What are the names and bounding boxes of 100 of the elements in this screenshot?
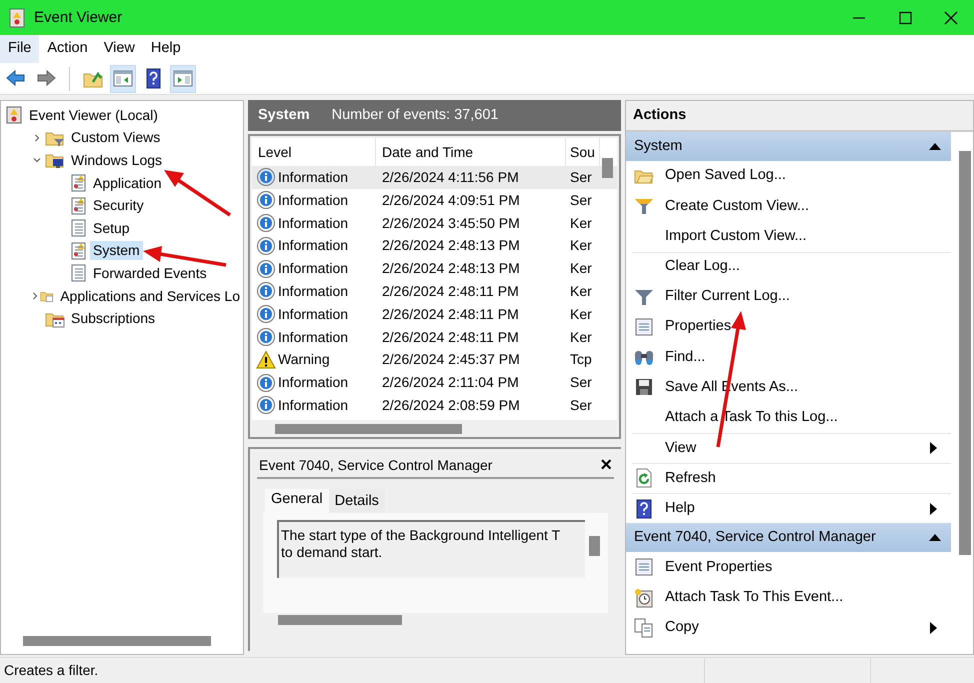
table-cell: Information [278, 214, 348, 232]
pane-command[interactable]: Create Custom View... [626, 191, 951, 222]
info-icon [256, 258, 276, 279]
actions-title: Actions [626, 101, 973, 132]
table-cell-text: Ser [569, 169, 593, 186]
event-row[interactable]: Information 2/26/2024 2:48:13 PM Ker [252, 234, 617, 258]
message-text: to demand start. [281, 544, 384, 561]
expand-chevron-icon[interactable] [33, 134, 41, 142]
pane-command[interactable]: Import Custom View... [626, 221, 951, 252]
event-row[interactable]: Information 2/26/2024 3:45:50 PM Ker [252, 212, 617, 234]
tree-item[interactable]: Forwarded Events [90, 264, 210, 283]
info-icon [256, 304, 276, 324]
pane-command[interactable]: Filter Current Log... [626, 282, 951, 312]
pane-command[interactable]: Find... [626, 342, 951, 372]
tree-item[interactable]: Subscriptions [68, 309, 158, 328]
table-cell-text: 2/26/2024 2:48:11 PM [381, 328, 520, 346]
event-row[interactable]: Information 2/26/2024 2:08:59 PM Ser [252, 394, 617, 417]
table-cell-text: 2/26/2024 2:08:59 PM [381, 396, 521, 414]
properties-icon [634, 557, 654, 578]
pane-command[interactable]: Event Properties [626, 552, 951, 582]
collapse-caret-icon[interactable] [929, 143, 941, 150]
table-cell-text: Ker [569, 328, 593, 346]
tree-item[interactable]: Application [90, 174, 164, 192]
tree-item[interactable]: Custom Views [68, 128, 164, 148]
table-cell-text: Ker [569, 260, 593, 277]
message-text: The start type of the Background Intelligent T [281, 527, 562, 544]
expand-chevron-icon[interactable] [30, 292, 39, 300]
table-cell: Information [278, 328, 348, 346]
info-icon [256, 281, 276, 302]
event-row[interactable]: Warning 2/26/2024 2:45:37 PM Tcp [252, 348, 617, 372]
collapse-chevron-icon[interactable] [33, 156, 41, 164]
table-cell-text: Ker [569, 237, 593, 254]
menu-item[interactable]: File [0, 35, 40, 63]
annotation-arrow [164, 170, 231, 216]
close-icon [944, 10, 958, 24]
close-button[interactable]: × [600, 455, 612, 475]
event-count: Number of events: 37,601 [332, 106, 498, 124]
log-icon [69, 219, 87, 238]
tab[interactable]: General [265, 489, 329, 514]
section-header[interactable]: Event 7040, Service Control Manager [626, 523, 951, 552]
event-row[interactable]: Information 2/26/2024 2:48:11 PM Ker [252, 280, 617, 303]
table-cell-text: 2/26/2024 2:48:13 PM [381, 237, 521, 254]
event-row[interactable]: Information 2/26/2024 2:11:04 PM Ser [252, 371, 617, 394]
section-header[interactable]: System [626, 132, 951, 161]
menu-item[interactable]: Help [142, 35, 189, 63]
event-row[interactable]: Information 2/26/2024 4:11:56 PM Ser [252, 166, 617, 189]
log-icon [69, 264, 87, 282]
info-icon [256, 167, 276, 188]
table-cell: Information [278, 237, 348, 254]
event-row[interactable]: Information 2/26/2024 4:09:51 PM Ser [252, 188, 617, 212]
log-warning-icon [69, 196, 87, 215]
maximize-icon [898, 10, 912, 24]
section-title: Event 7040, Service Control Manager [634, 529, 876, 546]
window-title: Event Viewer [34, 8, 122, 26]
properties-icon [634, 317, 654, 338]
pane-left-icon [112, 68, 134, 89]
pane-command[interactable]: View [632, 432, 951, 463]
tree-item[interactable]: Windows Logs [68, 151, 166, 170]
pane-right-icon [172, 68, 194, 89]
log-title: System [258, 106, 310, 124]
log-warning-icon [69, 174, 87, 192]
info-icon [256, 236, 276, 256]
tree-item[interactable]: Applications and Services Lo [57, 286, 243, 306]
pane-command[interactable]: Attach Task To This Event... [626, 582, 951, 613]
collapse-caret-icon[interactable] [929, 534, 941, 542]
table-cell-text: 2/26/2024 4:09:51 PM [381, 192, 521, 209]
refresh-icon [634, 468, 654, 488]
table-cell: Warning [278, 351, 330, 368]
table-cell-text: 2/26/2024 2:48:11 PM [381, 282, 520, 300]
event-row[interactable]: Information 2/26/2024 2:48:13 PM Ker [252, 257, 617, 280]
table-cell: Information [278, 192, 348, 209]
pane-command[interactable]: Clear Log... [632, 252, 951, 282]
table-cell-text: 2/26/2024 2:11:04 PM [381, 374, 520, 391]
table-cell-text: Tcp [569, 351, 593, 368]
table-cell-text: Ker [569, 306, 593, 323]
event-row[interactable]: Information 2/26/2024 2:48:11 PM Ker [252, 302, 617, 326]
tree-item[interactable]: Event Viewer (Local) [26, 106, 161, 125]
status-text: Creates a filter. [4, 662, 98, 679]
tree-item[interactable]: Security [90, 196, 147, 216]
event-row[interactable]: Information 2/26/2024 2:48:11 PM Ker [252, 326, 617, 348]
pane-command[interactable]: Refresh [632, 462, 951, 494]
tree-item[interactable]: Setup [90, 218, 133, 238]
table-cell: Information [278, 374, 348, 391]
pane-command[interactable]: Properties [626, 312, 951, 342]
table-cell: Information [278, 396, 348, 414]
menu-item[interactable]: Action [39, 35, 96, 63]
table-cell-text: 2/26/2024 4:11:56 PM [381, 169, 520, 186]
tree-item[interactable]: System [90, 241, 143, 260]
table-cell-text: 2/26/2024 2:45:37 PM [381, 351, 521, 368]
pane-command[interactable]: Open Saved Log... [626, 161, 951, 192]
app-icon [8, 8, 26, 28]
help-icon [634, 498, 654, 519]
menu-item[interactable]: View [96, 35, 143, 63]
section-title: System [634, 138, 682, 156]
pane-command[interactable]: Copy [626, 612, 951, 643]
table-cell: Information [278, 306, 348, 323]
info-icon [256, 372, 276, 393]
minimize-icon [853, 16, 865, 18]
save-icon [634, 377, 654, 398]
tab[interactable]: Details [328, 489, 385, 514]
